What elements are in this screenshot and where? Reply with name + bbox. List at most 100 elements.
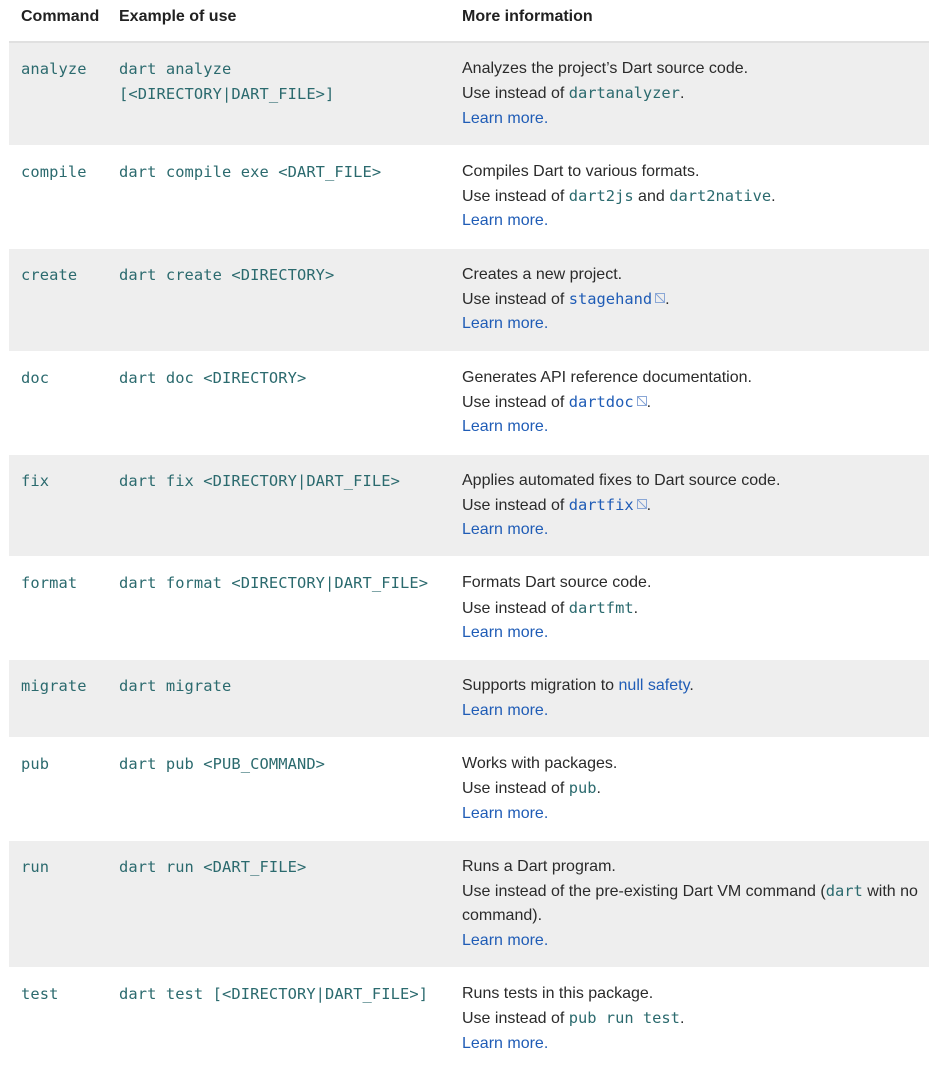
command-cell: format <box>21 574 78 593</box>
use-prefix: Use instead of <box>462 393 569 411</box>
example-cell: dart compile exe <DART_FILE> <box>119 162 382 181</box>
use-suffix: . <box>633 599 639 617</box>
example-cell: dart format <DIRECTORY|DART_FILE> <box>119 574 429 593</box>
learn-more-link[interactable]: Learn more. <box>462 932 548 949</box>
example-cell: dart analyze [<DIRECTORY|DART_FILE>] <box>119 60 335 103</box>
use-prefix: Use instead of <box>462 1010 569 1028</box>
use-instead: Use instead of pub run test. <box>462 1006 929 1031</box>
external-code-link[interactable]: stagehand <box>569 290 665 308</box>
commands-table-container: Command Example of use More information … <box>9 0 929 1071</box>
info-cell: Creates a new project. Use instead of st… <box>450 248 929 351</box>
table-header-row: Command Example of use More information <box>9 0 929 43</box>
info-cell: Applies automated fixes to Dart source c… <box>450 454 929 557</box>
table-row: doc dart doc <DIRECTORY> Generates API r… <box>9 351 929 455</box>
use-suffix: . <box>665 291 670 309</box>
info-cell: Supports migration to null safety. Learn… <box>450 660 929 738</box>
description: Formats Dart source code. <box>462 574 652 592</box>
info-cell: Works with packages. Use instead of pub.… <box>450 737 929 840</box>
use-instead: Use instead of dartfmt. <box>462 596 929 621</box>
command-cell: pub <box>21 754 50 773</box>
description: Runs a Dart program. <box>462 857 616 875</box>
use-prefix: Use instead of <box>462 780 569 798</box>
learn-more-link[interactable]: Learn more. <box>462 315 548 332</box>
description: Applies automated fixes to Dart source c… <box>462 471 781 489</box>
header-example: Example of use <box>107 0 450 43</box>
use-prefix: Use instead of <box>462 599 569 617</box>
learn-more-link[interactable]: Learn more. <box>462 624 548 641</box>
use-prefix: Use instead of <box>462 188 569 206</box>
example-cell: dart test [<DIRECTORY|DART_FILE>] <box>119 985 429 1004</box>
header-info: More information <box>450 0 929 43</box>
command-cell: compile <box>21 162 87 181</box>
use-prefix: Use instead of <box>462 496 569 514</box>
table-row: create dart create <DIRECTORY> Creates a… <box>9 248 929 352</box>
table-row: run dart run <DART_FILE> Runs a Dart pro… <box>9 840 929 968</box>
external-code-link[interactable]: dartdoc <box>569 393 647 411</box>
example-cell: dart migrate <box>119 677 232 696</box>
table-row: pub dart pub <PUB_COMMAND> Works with pa… <box>9 737 929 841</box>
table-row: compile dart compile exe <DART_FILE> Com… <box>9 145 929 249</box>
use-code: dartfix <box>569 496 647 514</box>
use-prefix: Use instead of the pre-existing Dart VM … <box>462 883 826 901</box>
use-code: pub <box>568 779 597 798</box>
use-prefix: Use instead of <box>462 291 569 309</box>
use-suffix: . <box>646 393 652 411</box>
learn-more-link[interactable]: Learn more. <box>462 521 548 538</box>
command-cell: analyze <box>21 60 87 78</box>
description: Supports migration to null safety. <box>462 674 929 698</box>
command-cell: migrate <box>21 677 87 696</box>
use-instead: Use instead of dart2js and dart2native. <box>462 184 929 209</box>
learn-more-link[interactable]: Learn more. <box>462 212 548 229</box>
use-instead: Use instead of pub. <box>462 776 929 801</box>
use-instead: Use instead of dartdoc. <box>462 390 929 415</box>
use-prefix: Use instead of <box>462 85 569 103</box>
description: Compiles Dart to various formats. <box>462 162 700 180</box>
use-code: dartfmt <box>568 598 634 617</box>
example-cell: dart create <DIRECTORY> <box>119 265 335 284</box>
use-instead: Use instead of dartfix. <box>462 493 929 518</box>
description-suffix: . <box>689 677 694 695</box>
info-cell: Runs tests in this package. Use instead … <box>450 968 929 1071</box>
table-row: analyze dart analyze [<DIRECTORY|DART_FI… <box>9 42 929 146</box>
learn-more-link[interactable]: Learn more. <box>462 805 548 822</box>
info-cell: Runs a Dart program. Use instead of the … <box>450 840 929 967</box>
command-cell: run <box>21 857 50 876</box>
example-cell: dart fix <DIRECTORY|DART_FILE> <box>119 471 400 490</box>
use-code: dart2native <box>669 187 772 206</box>
table-row: fix dart fix <DIRECTORY|DART_FILE> Appli… <box>9 454 929 557</box>
use-suffix: . <box>646 496 652 514</box>
use-code: stagehand <box>569 290 665 308</box>
description: Works with packages. <box>462 754 618 772</box>
description: Creates a new project. <box>462 265 623 283</box>
table-row: test dart test [<DIRECTORY|DART_FILE>] R… <box>9 967 929 1071</box>
table-row: format dart format <DIRECTORY|DART_FILE>… <box>9 556 929 660</box>
info-cell: Compiles Dart to various formats. Use in… <box>450 145 929 248</box>
use-code: dartanalyzer <box>568 84 680 103</box>
info-cell: Formats Dart source code. Use instead of… <box>450 557 929 660</box>
info-cell: Analyzes the project’s Dart source code.… <box>450 42 929 145</box>
use-code: dart <box>825 882 863 901</box>
header-command: Command <box>9 0 107 43</box>
info-cell: Generates API reference documentation. U… <box>450 351 929 454</box>
command-cell: create <box>21 265 78 284</box>
description: Analyzes the project’s Dart source code. <box>462 60 749 77</box>
command-cell: doc <box>21 368 50 387</box>
use-code: dartdoc <box>569 393 647 411</box>
description: Generates API reference documentation. <box>462 368 752 386</box>
use-code: dart2js <box>568 187 634 206</box>
learn-more-link[interactable]: Learn more. <box>462 1035 548 1052</box>
learn-more-link[interactable]: Learn more. <box>462 702 548 719</box>
learn-more-link[interactable]: Learn more. <box>462 110 548 127</box>
description-prefix: Supports migration to <box>462 677 619 695</box>
table-row: migrate dart migrate Supports migration … <box>9 659 929 738</box>
external-code-link[interactable]: dartfix <box>569 496 647 514</box>
learn-more-link[interactable]: Learn more. <box>462 418 548 435</box>
use-instead: Use instead of dartanalyzer. <box>462 81 929 106</box>
commands-table: Command Example of use More information … <box>9 0 929 1071</box>
use-suffix: . <box>679 1010 685 1028</box>
use-suffix: . <box>679 85 685 103</box>
example-cell: dart doc <DIRECTORY> <box>119 368 307 387</box>
use-code: pub run test <box>568 1009 680 1028</box>
null-safety-link[interactable]: null safety <box>619 677 690 694</box>
use-suffix: . <box>771 188 776 206</box>
